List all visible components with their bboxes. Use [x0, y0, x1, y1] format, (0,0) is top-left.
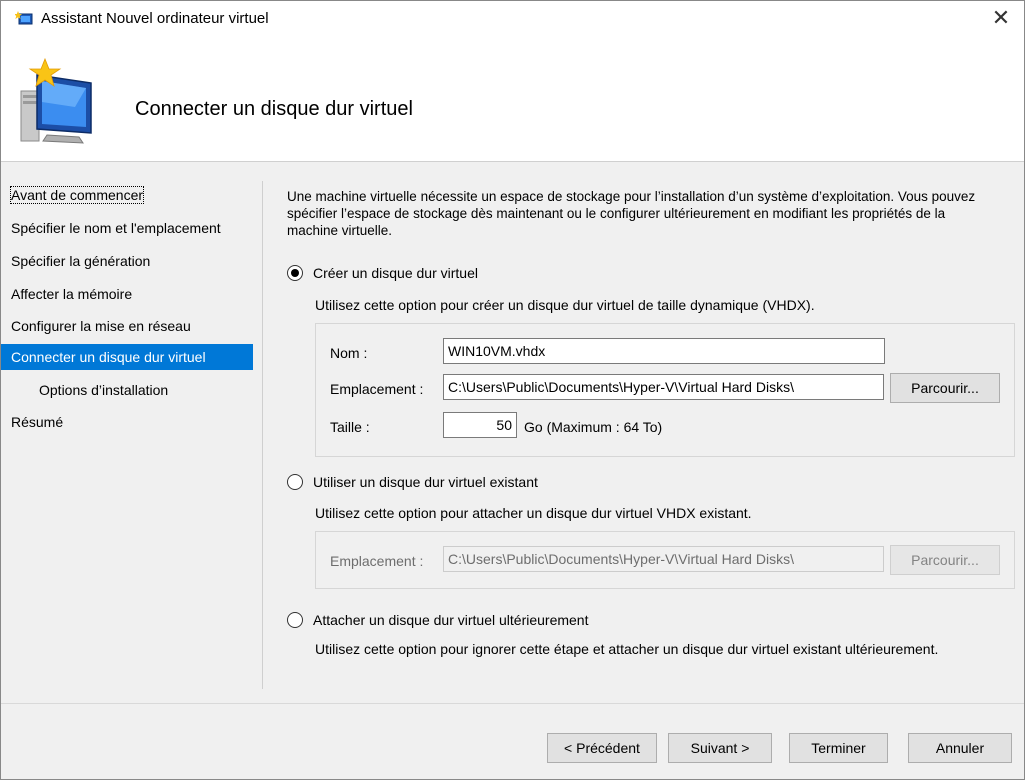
nav-item-reseau[interactable]: Configurer la mise en réseau: [1, 313, 253, 339]
cancel-button[interactable]: Annuler: [908, 733, 1012, 763]
nav-divider: [262, 181, 263, 689]
location-label: Emplacement :: [330, 381, 424, 397]
page-title: Connecter un disque dur virtuel: [135, 98, 413, 120]
radio-unselected-icon[interactable]: [287, 612, 303, 629]
name-field[interactable]: WIN10VM.vhdx: [443, 338, 885, 364]
title-bar[interactable]: Assistant Nouvel ordinateur virtuel ✕: [1, 1, 1024, 37]
close-icon: ✕: [991, 5, 1011, 30]
wizard-header: Connecter un disque dur virtuel: [1, 37, 1024, 162]
nav-item-avant-de-commencer[interactable]: Avant de commencer: [1, 182, 253, 208]
hyper-v-app-icon: [15, 11, 33, 25]
nav-item-label: Connecter un disque dur virtuel: [11, 349, 206, 365]
nav-item-label: Spécifier le nom et l'emplacement: [11, 220, 221, 236]
nav-item-label: Affecter la mémoire: [11, 286, 133, 302]
existing-browse-button[interactable]: Parcourir...: [890, 545, 1000, 575]
radio-later-label: Attacher un disque dur virtuel ultérieur…: [313, 612, 589, 628]
attach-later-description: Utilisez cette option pour ignorer cette…: [315, 641, 939, 657]
existing-location-field[interactable]: C:\Users\Public\Documents\Hyper-V\Virtua…: [443, 546, 884, 572]
location-field[interactable]: C:\Users\Public\Documents\Hyper-V\Virtua…: [443, 374, 884, 400]
existing-location-label: Emplacement :: [330, 553, 424, 569]
radio-existing-disk[interactable]: Utiliser un disque dur virtuel existant: [287, 472, 538, 492]
nav-item-options-installation[interactable]: Options d’installation: [1, 377, 253, 403]
radio-selected-icon[interactable]: [287, 265, 303, 282]
size-field[interactable]: 50: [443, 412, 517, 438]
nav-item-resume[interactable]: Résumé: [1, 409, 253, 435]
size-label: Taille :: [330, 419, 370, 435]
nav-item-nom-emplacement[interactable]: Spécifier le nom et l'emplacement: [1, 215, 253, 241]
nav-item-generation[interactable]: Spécifier la génération: [1, 248, 253, 274]
size-unit-label: Go (Maximum : 64 To): [524, 419, 663, 435]
radio-attach-later[interactable]: Attacher un disque dur virtuel ultérieur…: [287, 610, 588, 630]
existing-disk-group: Emplacement : C:\Users\Public\Documents\…: [315, 531, 1015, 589]
nav-item-label: Configurer la mise en réseau: [11, 318, 191, 334]
next-button[interactable]: Suivant >: [668, 733, 772, 763]
radio-existing-label: Utiliser un disque dur virtuel existant: [313, 474, 538, 490]
radio-create-disk[interactable]: Créer un disque dur virtuel: [287, 263, 478, 283]
window-title: Assistant Nouvel ordinateur virtuel: [41, 10, 269, 27]
radio-unselected-icon[interactable]: [287, 474, 303, 491]
browse-button[interactable]: Parcourir...: [890, 373, 1000, 403]
intro-text: Une machine virtuelle nécessite un espac…: [287, 189, 976, 238]
nav-item-label: Options d’installation: [39, 382, 169, 398]
existing-disk-description: Utilisez cette option pour attacher un d…: [315, 505, 752, 521]
new-virtual-machine-icon: [20, 57, 92, 144]
nav-item-label: Résumé: [11, 414, 64, 430]
nav-item-label: Avant de commencer: [9, 186, 145, 204]
name-label: Nom :: [330, 345, 368, 361]
nav-item-label: Spécifier la génération: [11, 253, 151, 269]
create-disk-group: Nom : WIN10VM.vhdx Emplacement : C:\User…: [315, 323, 1015, 457]
radio-create-label: Créer un disque dur virtuel: [313, 265, 478, 281]
previous-button[interactable]: < Précédent: [547, 733, 657, 763]
wizard-footer: < Précédent Suivant > Terminer Annuler: [1, 703, 1024, 780]
create-disk-description: Utilisez cette option pour créer un disq…: [315, 297, 815, 313]
nav-item-memoire[interactable]: Affecter la mémoire: [1, 281, 253, 307]
close-button[interactable]: ✕: [978, 1, 1024, 37]
finish-button[interactable]: Terminer: [789, 733, 888, 763]
nav-item-disque-dur-virtuel[interactable]: Connecter un disque dur virtuel: [1, 344, 253, 370]
wizard-window: Assistant Nouvel ordinateur virtuel ✕ Co…: [0, 0, 1025, 780]
